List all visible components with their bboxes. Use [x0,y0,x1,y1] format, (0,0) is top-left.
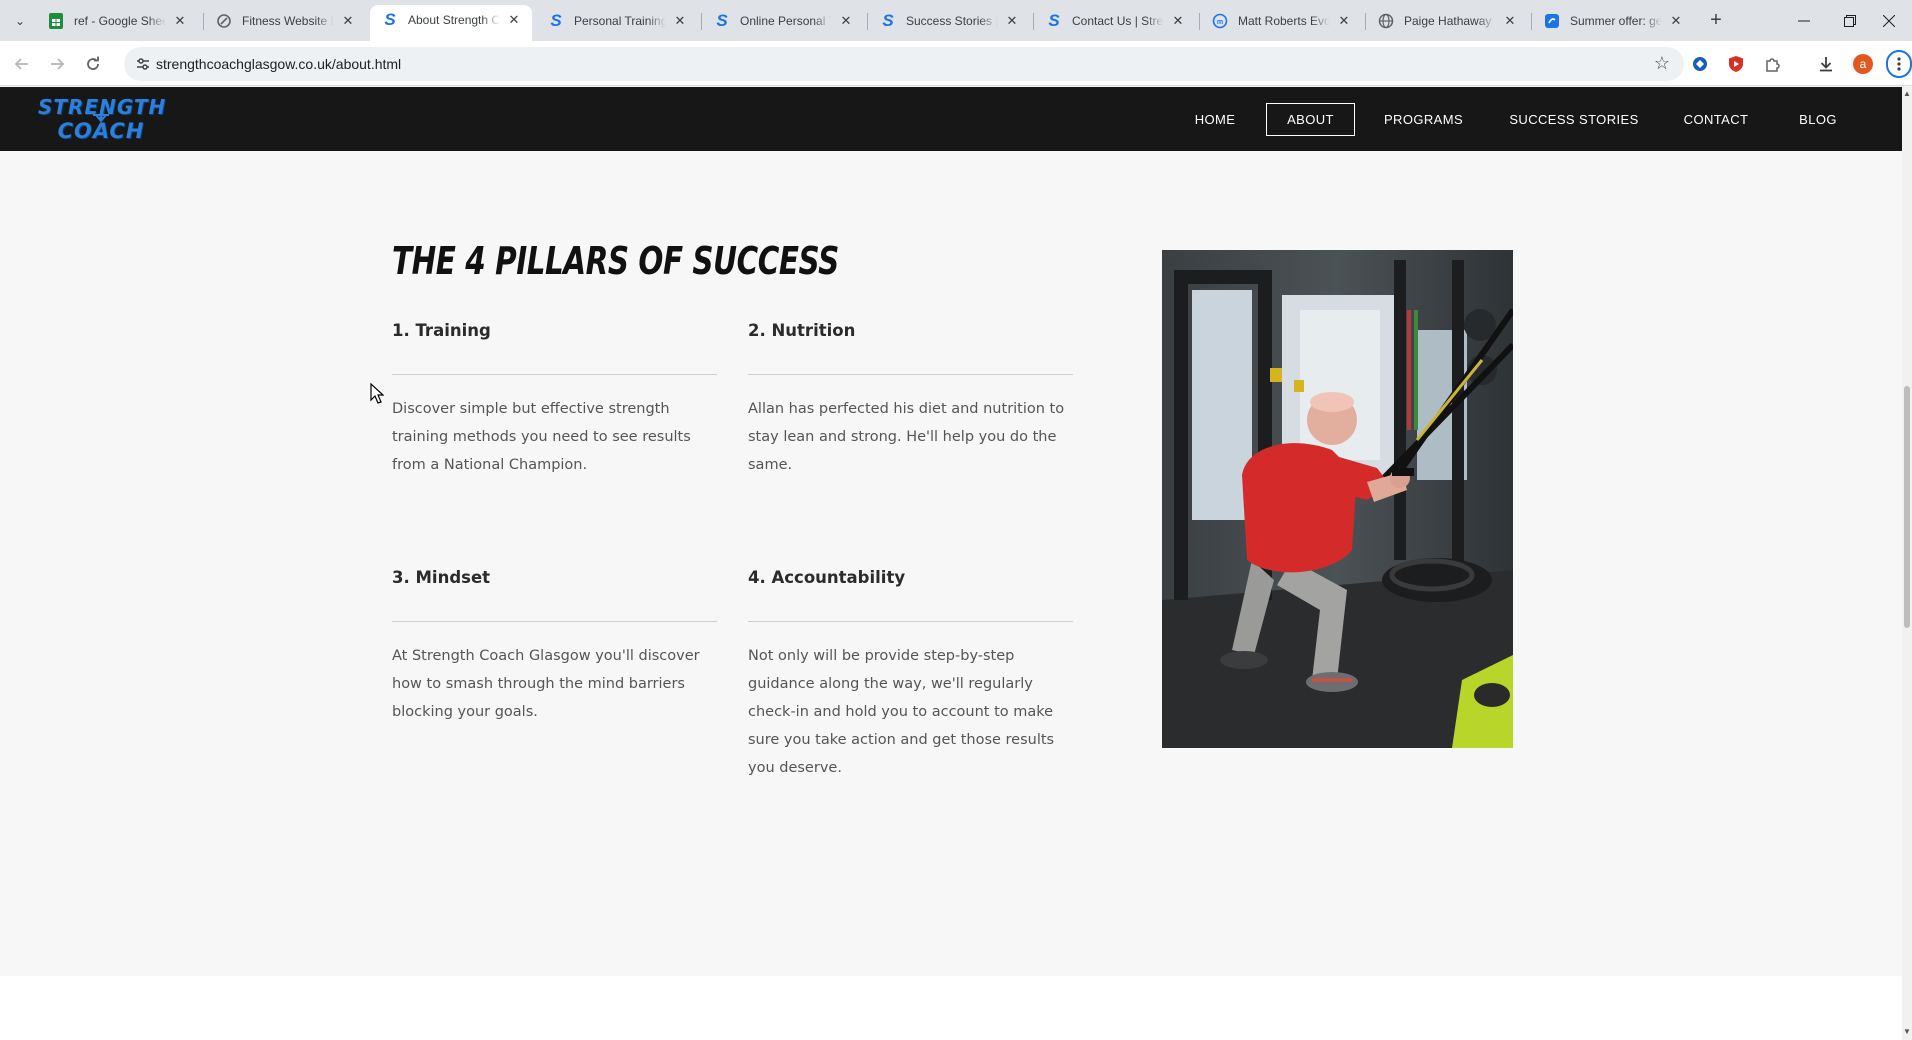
globe-icon [1378,13,1394,29]
strength-coach-icon: S [882,10,894,30]
back-button[interactable] [8,50,36,78]
section-title: THE 4 PILLARS OF SUCCESS [392,239,839,283]
tab-title: Success Stories | Strength [906,13,998,28]
nav-programs[interactable]: PROGRAMS [1370,103,1477,136]
tab-personal-training[interactable]: S Personal Training ✕ [536,6,698,35]
extension-icon[interactable] [1689,53,1711,75]
next-section [0,976,1902,1040]
tab-title: Fitness Website Design [242,13,334,28]
mouse-pointer-icon [370,383,384,404]
puzzle-extensions-icon[interactable] [1762,53,1784,75]
divider [748,621,1073,622]
tab-about-strength-coach[interactable]: S About Strength Coach ✕ [370,5,532,41]
nav-contact[interactable]: CONTACT [1672,103,1760,136]
offer-icon [1544,13,1560,29]
close-icon[interactable]: ✕ [672,13,688,29]
close-icon[interactable]: ✕ [1336,13,1352,29]
pillar-mindset: 3. Mindset At Strength Coach Glasgow you… [392,568,717,720]
pillar-nutrition: 2. Nutrition Allan has perfected his die… [748,321,1073,473]
close-icon[interactable]: ✕ [1004,13,1020,29]
logo-line2: COACH [57,119,145,143]
url-text[interactable]: strengthcoachglasgow.co.uk/about.html [156,56,401,72]
forward-button[interactable] [43,50,71,78]
tab-ref-google-sheets[interactable]: ref - Google Sheets ✕ [36,6,198,35]
tab-title: About Strength Coach [408,13,500,27]
mr-icon: m [1212,13,1228,29]
pillar-heading: 4. Accountability [748,568,906,587]
site-header: STRENGTH COACH HOME ABOUT PROGRAMS SUCCE… [0,87,1902,151]
divider [392,374,717,375]
close-icon[interactable]: ✕ [1502,13,1518,29]
pillars-section: THE 4 PILLARS OF SUCCESS 1. Training Dis… [0,151,1902,976]
strength-coach-icon: S [1048,10,1060,30]
site-logo[interactable]: STRENGTH COACH [38,95,165,143]
tab-paige-hathaway[interactable]: Paige Hathaway ✕ [1366,6,1528,35]
close-icon[interactable]: ✕ [1668,13,1684,29]
svg-text:m: m [1217,19,1223,26]
pillar-body: Discover simple but effective strength t… [392,401,691,473]
pillar-body: Allan has perfected his diet and nutriti… [748,401,1065,473]
strength-coach-icon: S [550,10,562,30]
tab-title: Personal Training [574,13,666,28]
close-icon[interactable]: ✕ [506,12,522,28]
close-window-button[interactable] [1866,0,1912,41]
tab-title: ref - Google Sheets [74,13,166,28]
tab-summer-offer[interactable]: Summer offer: get ✕ [1532,6,1694,35]
close-icon[interactable]: ✕ [340,13,356,29]
tab-title: Matt Roberts Evolve [1238,13,1330,28]
minimize-button[interactable] [1781,0,1827,41]
pillar-body: At Strength Coach Glasgow you'll discove… [392,648,700,720]
divider [392,621,717,622]
new-tab-button[interactable]: + [1704,8,1728,32]
scroll-down-icon[interactable]: ▼ [1903,1028,1911,1036]
tab-title: Contact Us | Strength [1072,13,1164,28]
pillar-body: Not only will be provide step-by-step gu… [748,648,1055,776]
tab-title: Online Personal Training [740,13,832,28]
nav-about[interactable]: ABOUT [1266,103,1355,136]
shield-extension-icon[interactable] [1725,53,1747,75]
tab-contact-us[interactable]: S Contact Us | Strength ✕ [1034,6,1196,35]
profile-initial: a [1860,57,1867,71]
tab-search-button[interactable]: ⌄ [8,9,32,33]
reload-button[interactable] [79,50,107,78]
profile-avatar[interactable]: a [1852,53,1874,75]
close-icon[interactable]: ✕ [1170,13,1186,29]
close-icon[interactable]: ✕ [838,13,854,29]
pillar-accountability: 4. Accountability Not only will be provi… [748,568,1073,776]
pillar-heading: 1. Training [392,321,491,340]
bookmark-star-icon[interactable]: ☆ [1654,53,1670,74]
pillar-heading: 3. Mindset [392,568,491,587]
nav-success-stories[interactable]: SUCCESS STORIES [1502,103,1646,136]
sheets-icon [48,12,64,29]
tab-title: Paige Hathaway [1404,13,1492,28]
pillar-heading: 2. Nutrition [748,321,856,340]
link-icon [216,13,232,29]
download-icon[interactable] [1815,53,1837,75]
nav-blog[interactable]: BLOG [1784,103,1852,136]
strength-coach-icon: S [716,10,728,30]
tab-strip: ⌄ ref - Google Sheets ✕ Fitness Website … [0,0,1912,41]
strength-coach-icon: S [384,10,396,29]
scrollbar-thumb[interactable] [1904,386,1910,628]
scroll-up-icon[interactable]: ▲ [1903,90,1911,98]
pillar-training: 1. Training Discover simple but effectiv… [392,321,717,473]
close-icon[interactable]: ✕ [172,13,188,29]
coach-photo [1162,250,1513,748]
tab-title: Summer offer: get [1570,13,1662,28]
tab-success-stories[interactable]: S Success Stories | Strength ✕ [868,6,1030,35]
address-bar[interactable]: strengthcoachglasgow.co.uk/about.html ☆ [124,47,1684,81]
browser-toolbar: strengthcoachglasgow.co.uk/about.html ☆ … [0,41,1912,86]
tab-fitness-website[interactable]: Fitness Website Design ✕ [204,6,366,35]
divider [748,374,1073,375]
tab-online-personal-training[interactable]: S Online Personal Training ✕ [702,6,864,35]
site-info-icon[interactable] [134,55,152,73]
tab-matt-roberts[interactable]: m Matt Roberts Evolve ✕ [1200,6,1362,35]
browser-menu-button[interactable] [1886,50,1912,78]
nav-home[interactable]: HOME [1178,103,1252,136]
